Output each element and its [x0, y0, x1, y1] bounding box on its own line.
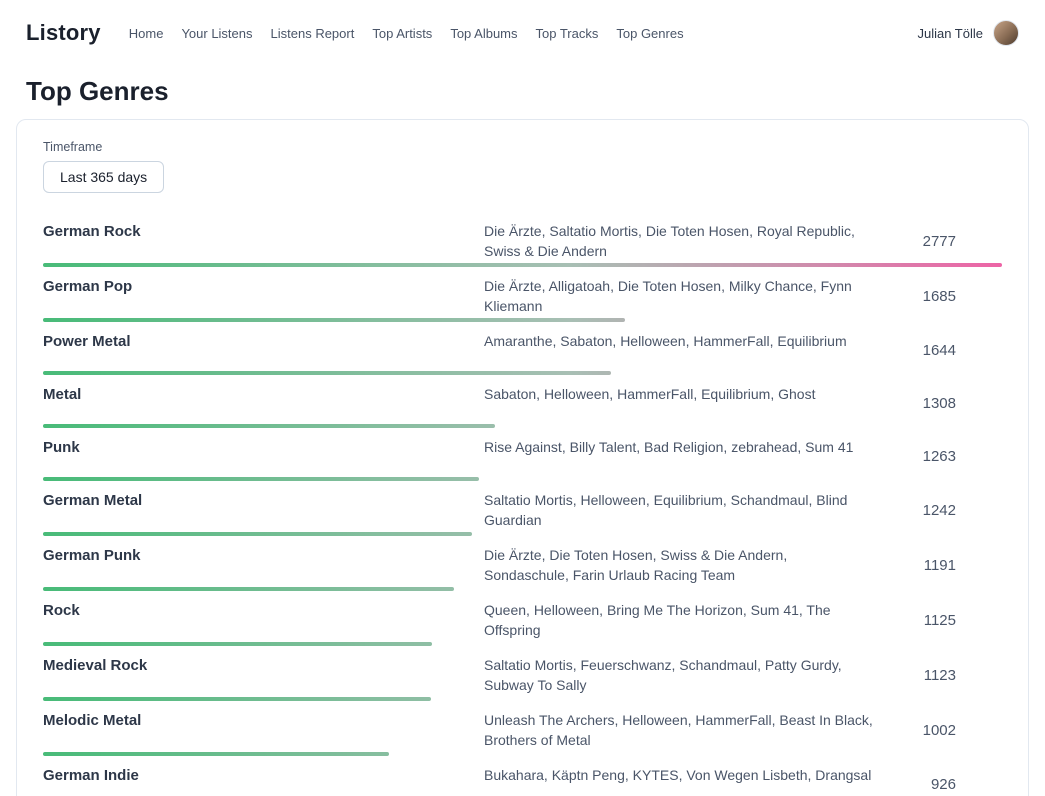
timeframe-label: Timeframe	[43, 140, 1002, 154]
genre-row: Power Metal Amaranthe, Sabaton, Hellowee…	[43, 325, 1002, 378]
genre-artists: Sabaton, Helloween, HammerFall, Equilibr…	[484, 384, 902, 404]
genre-progress-bar	[43, 587, 454, 591]
genre-count: 1263	[902, 448, 1002, 465]
genre-row: German Metal Saltatio Mortis, Helloween,…	[43, 484, 1002, 539]
genre-count: 1685	[902, 288, 1002, 305]
genre-row: German Rock Die Ärzte, Saltatio Mortis, …	[43, 215, 1002, 270]
genre-count: 1191	[902, 557, 1002, 574]
nav-item-home[interactable]: Home	[129, 26, 164, 41]
genre-name: Medieval Rock	[43, 655, 484, 674]
nav-item-top-artists[interactable]: Top Artists	[372, 26, 432, 41]
genre-name: Power Metal	[43, 331, 484, 350]
genre-row: Metal Sabaton, Helloween, HammerFall, Eq…	[43, 378, 1002, 431]
genre-row: Melodic Metal Unleash The Archers, Hello…	[43, 704, 1002, 759]
genre-rows: German Rock Die Ärzte, Saltatio Mortis, …	[43, 215, 1002, 796]
genre-name: German Indie	[43, 765, 484, 784]
genre-name: German Metal	[43, 490, 484, 509]
user-name[interactable]: Julian Tölle	[917, 26, 983, 41]
genre-artists: Die Ärzte, Alligatoah, Die Toten Hosen, …	[484, 276, 902, 316]
genre-count: 1002	[902, 722, 1002, 739]
page-title: Top Genres	[0, 76, 1045, 107]
user-avatar[interactable]	[993, 20, 1019, 46]
nav-item-top-albums[interactable]: Top Albums	[450, 26, 517, 41]
genre-progress-bar	[43, 424, 495, 428]
genre-name: German Punk	[43, 545, 484, 564]
genre-progress-bar	[43, 318, 625, 322]
genre-artists: Bukahara, Käptn Peng, KYTES, Von Wegen L…	[484, 765, 902, 785]
top-nav: Listory Home Your Listens Listens Report To…	[0, 0, 1045, 66]
genre-count: 1125	[902, 612, 1002, 629]
genre-artists: Rise Against, Billy Talent, Bad Religion…	[484, 437, 902, 457]
nav-item-top-genres[interactable]: Top Genres	[616, 26, 683, 41]
genre-progress-bar	[43, 477, 479, 481]
top-genres-card: Timeframe Last 365 days German Rock Die …	[16, 119, 1029, 796]
genre-artists: Die Ärzte, Die Toten Hosen, Swiss & Die …	[484, 545, 902, 585]
genre-progress-bar	[43, 752, 389, 756]
genre-progress-bar	[43, 371, 611, 375]
genre-row: German Punk Die Ärzte, Die Toten Hosen, …	[43, 539, 1002, 594]
genre-progress-bar	[43, 532, 472, 536]
genre-artists: Unleash The Archers, Helloween, HammerFa…	[484, 710, 902, 750]
timeframe-select[interactable]: Last 365 days	[43, 161, 164, 193]
genre-name: Melodic Metal	[43, 710, 484, 729]
genre-artists: Queen, Helloween, Bring Me The Horizon, …	[484, 600, 902, 640]
genre-row: German Pop Die Ärzte, Alligatoah, Die To…	[43, 270, 1002, 325]
genre-artists: Saltatio Mortis, Feuerschwanz, Schandmau…	[484, 655, 902, 695]
genre-row: Punk Rise Against, Billy Talent, Bad Rel…	[43, 431, 1002, 484]
genre-count: 2777	[902, 233, 1002, 250]
genre-row: Medieval Rock Saltatio Mortis, Feuerschw…	[43, 649, 1002, 704]
genre-artists: Saltatio Mortis, Helloween, Equilibrium,…	[484, 490, 902, 530]
genre-count: 1242	[902, 502, 1002, 519]
genre-count: 926	[902, 776, 1002, 793]
genre-name: German Pop	[43, 276, 484, 295]
genre-artists: Amaranthe, Sabaton, Helloween, HammerFal…	[484, 331, 902, 351]
genre-count: 1308	[902, 395, 1002, 412]
genre-count: 1644	[902, 342, 1002, 359]
genre-progress-bar	[43, 697, 431, 701]
user-area: Julian Tölle	[917, 20, 1019, 46]
genre-row: German Indie Bukahara, Käptn Peng, KYTES…	[43, 759, 1002, 796]
genre-progress-bar	[43, 263, 1002, 267]
genre-name: Punk	[43, 437, 484, 456]
genre-name: German Rock	[43, 221, 484, 240]
genre-name: Rock	[43, 600, 484, 619]
nav-links: Home Your Listens Listens Report Top Artist…	[129, 26, 684, 41]
genre-row: Rock Queen, Helloween, Bring Me The Hori…	[43, 594, 1002, 649]
nav-item-listens-report[interactable]: Listens Report	[271, 26, 355, 41]
genre-progress-bar	[43, 642, 432, 646]
genre-count: 1123	[902, 667, 1002, 684]
nav-item-your-listens[interactable]: Your Listens	[181, 26, 252, 41]
genre-name: Metal	[43, 384, 484, 403]
app-logo[interactable]: Listory	[26, 20, 101, 46]
nav-item-top-tracks[interactable]: Top Tracks	[536, 26, 599, 41]
genre-artists: Die Ärzte, Saltatio Mortis, Die Toten Ho…	[484, 221, 902, 261]
